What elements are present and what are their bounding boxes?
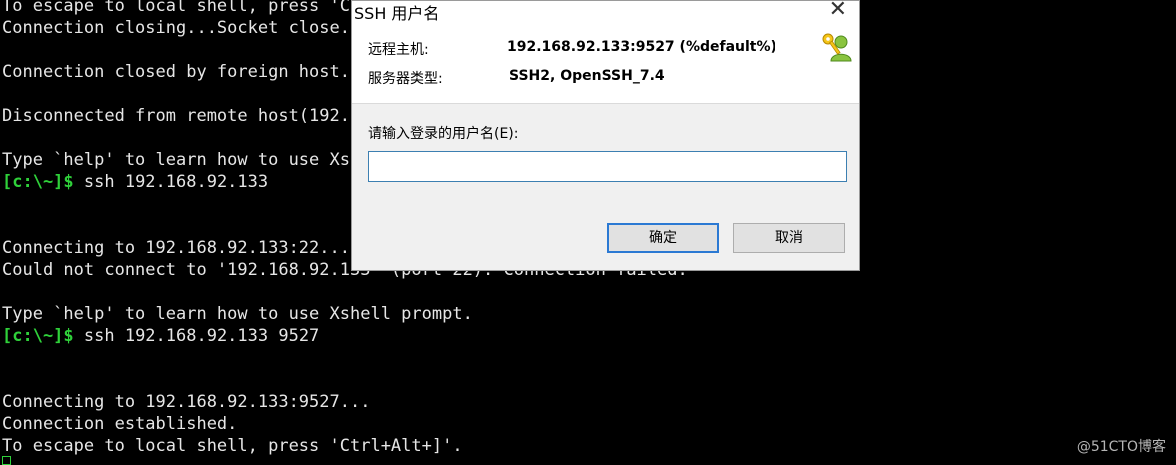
terminal-line: Connection closing...Socket close. <box>2 18 350 38</box>
dialog-titlebar: SSH 用户名 ✕ <box>352 0 859 23</box>
ssh-username-dialog: SSH 用户名 ✕ 远程主机: 192.168.92.133:9527 (%de… <box>351 0 860 271</box>
ok-button[interactable]: 确定 <box>607 223 719 253</box>
connection-info: 远程主机: 192.168.92.133:9527 (%default%) 服务… <box>352 23 859 104</box>
terminal-line: To escape to local shell, press 'Ctrl+Al… <box>2 436 463 456</box>
terminal-line: Connection closed by foreign host. <box>2 62 350 82</box>
shell-prompt: [c:\~]$ <box>2 326 74 346</box>
cancel-button[interactable]: 取消 <box>733 223 845 253</box>
remote-host-label: 远程主机: <box>368 42 429 58</box>
username-input[interactable] <box>368 151 847 182</box>
terminal-line: Connecting to 192.168.92.133:9527... <box>2 392 371 412</box>
terminal-cursor <box>2 456 11 465</box>
key-user-icon <box>822 33 852 62</box>
shell-command: ssh 192.168.92.133 9527 <box>73 326 320 346</box>
username-prompt-label: 请输入登录的用户名(E): <box>368 126 519 142</box>
terminal-line: Connection established. <box>2 414 238 434</box>
terminal-line: [c:\~]$ ssh 192.168.92.133 9527 <box>2 325 319 347</box>
terminal-line: Type `help' to learn how to use Xshell p… <box>2 304 473 324</box>
server-type-label: 服务器类型: <box>368 71 443 87</box>
server-type-value: SSH2, OpenSSH_7.4 <box>509 68 665 84</box>
watermark: @51CTO博客 <box>1076 439 1166 455</box>
shell-prompt: [c:\~]$ <box>2 172 74 192</box>
close-icon[interactable]: ✕ <box>829 0 847 22</box>
remote-host-value: 192.168.92.133:9527 (%default%) <box>507 39 775 55</box>
shell-command: ssh 192.168.92.133 <box>73 172 269 192</box>
terminal-line: Connecting to 192.168.92.133:22... <box>2 238 350 258</box>
dialog-title: SSH 用户名 <box>354 4 440 23</box>
terminal-line: [c:\~]$ ssh 192.168.92.133 <box>2 171 268 193</box>
